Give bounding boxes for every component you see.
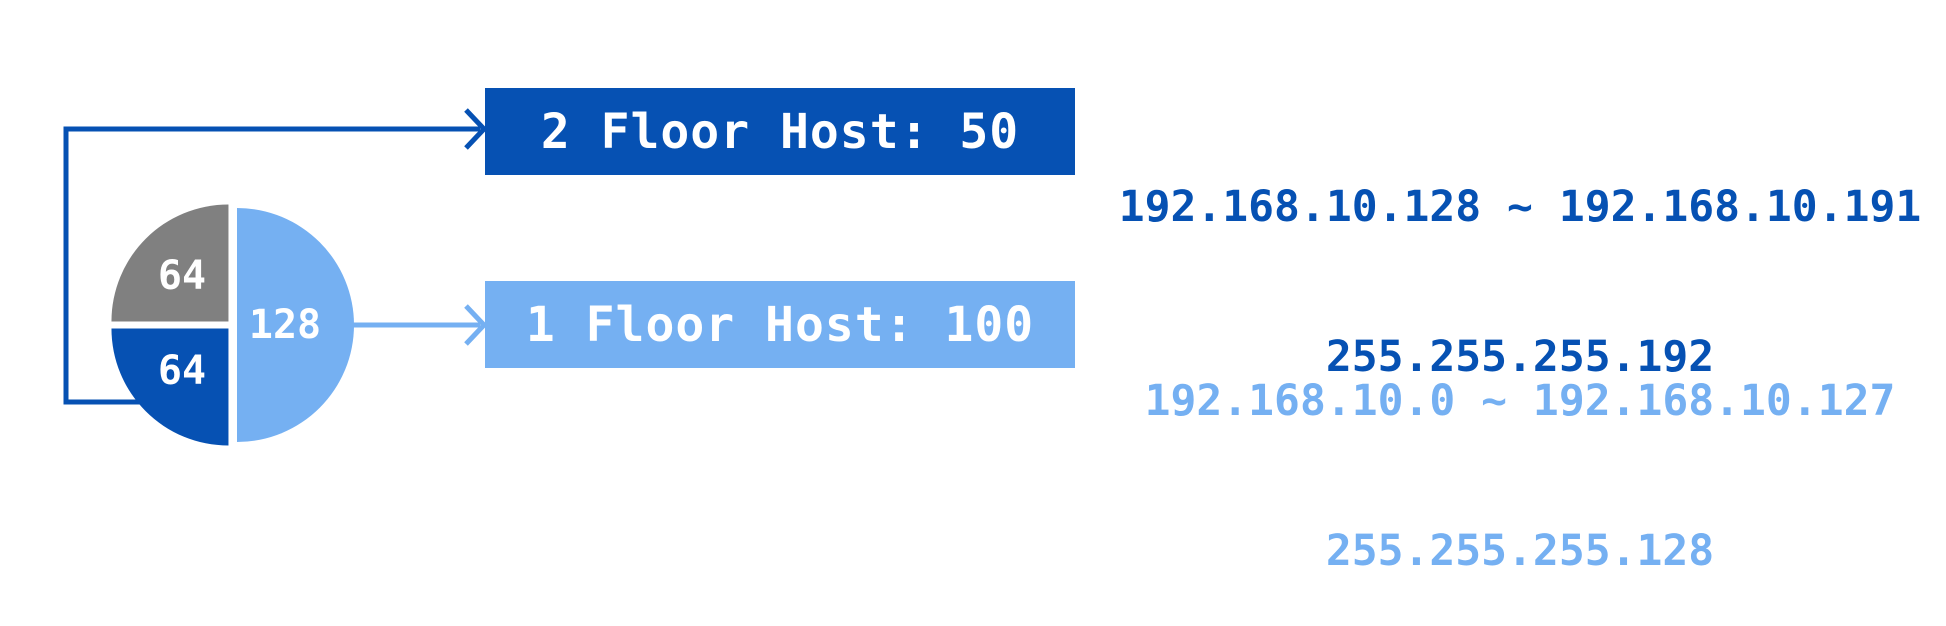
floor-1-address-info: 192.168.10.0 ~ 192.168.10.127 255.255.25… — [1080, 276, 1946, 626]
pie-label-dark-blue: 64 — [158, 348, 206, 394]
pie-label-gray: 64 — [158, 253, 206, 299]
pie-label-light-blue: 128 — [249, 302, 321, 348]
floor-1-ip-range: 192.168.10.0 ~ 192.168.10.127 — [1144, 376, 1896, 426]
floor-2-host-box: 2 Floor Host: 50 — [485, 88, 1075, 175]
floor-1-host-box: 1 Floor Host: 100 — [485, 281, 1075, 368]
floor-1-subnet-mask: 255.255.255.128 — [1325, 526, 1715, 576]
floor-2-ip-range: 192.168.10.128 ~ 192.168.10.191 — [1118, 182, 1922, 232]
